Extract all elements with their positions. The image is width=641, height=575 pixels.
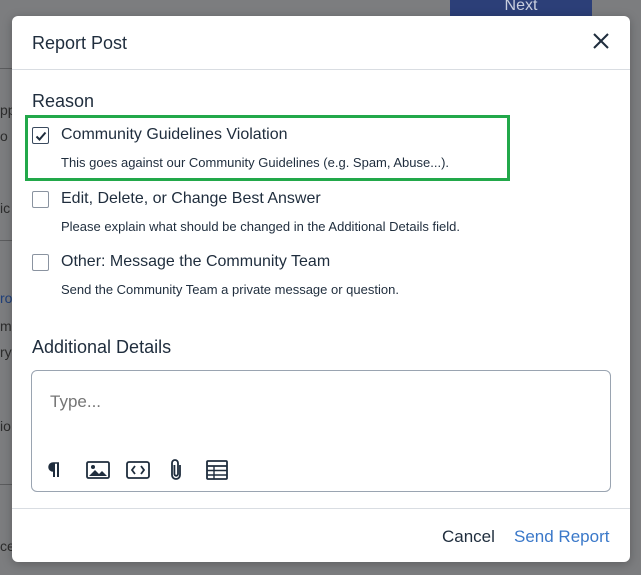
image-icon [86, 461, 110, 479]
additional-details-editor[interactable] [31, 370, 611, 492]
background-next-button: Next [450, 0, 592, 16]
insert-table-button[interactable] [206, 457, 246, 483]
report-post-dialog: Report Post Reason Community Guidelines … [12, 16, 630, 562]
background-divider [0, 484, 12, 485]
dialog-footer: Cancel Send Report [12, 508, 630, 563]
edit-delete-best-answer-checkbox[interactable] [32, 191, 49, 208]
close-icon [593, 33, 609, 49]
dialog-header: Report Post [12, 16, 630, 70]
code-icon [126, 461, 150, 479]
option-description: Please explain what should be changed in… [61, 219, 460, 234]
option-description: This goes against our Community Guidelin… [61, 155, 450, 170]
dialog-title: Report Post [32, 33, 128, 53]
reason-heading: Reason [32, 91, 95, 111]
background-text-fragment: ic [0, 200, 11, 216]
background-divider [0, 68, 12, 69]
additional-details-heading: Additional Details [32, 337, 172, 357]
send-report-button[interactable]: Send Report [514, 527, 609, 547]
table-icon [206, 460, 228, 480]
attach-file-button[interactable] [166, 457, 206, 483]
paragraph-format-button[interactable] [46, 457, 86, 483]
close-button[interactable] [590, 30, 612, 52]
background-link-fragment: ro [0, 290, 13, 306]
background-text-fragment: io [0, 418, 11, 434]
additional-details-input[interactable] [48, 391, 572, 413]
insert-code-button[interactable] [126, 457, 166, 483]
option-label: Other: Message the Community Team [61, 253, 331, 270]
paragraph-icon [48, 462, 59, 477]
cancel-button[interactable]: Cancel [442, 527, 495, 547]
editor-toolbar [46, 457, 246, 483]
selected-option-highlight [25, 115, 510, 181]
guidelines-violation-checkbox[interactable] [32, 127, 49, 144]
background-divider [0, 240, 12, 241]
checkmark-icon [35, 131, 46, 141]
option-label: Edit, Delete, or Change Best Answer [61, 190, 321, 207]
message-community-team-checkbox[interactable] [32, 254, 49, 271]
insert-image-button[interactable] [86, 457, 126, 483]
background-text-fragment: ry [0, 344, 12, 360]
option-description: Send the Community Team a private messag… [61, 282, 399, 297]
background-text-fragment: o [0, 128, 8, 144]
attachment-icon [171, 459, 181, 480]
option-label: Community Guidelines Violation [61, 126, 288, 143]
background-text-fragment: m [0, 318, 12, 334]
